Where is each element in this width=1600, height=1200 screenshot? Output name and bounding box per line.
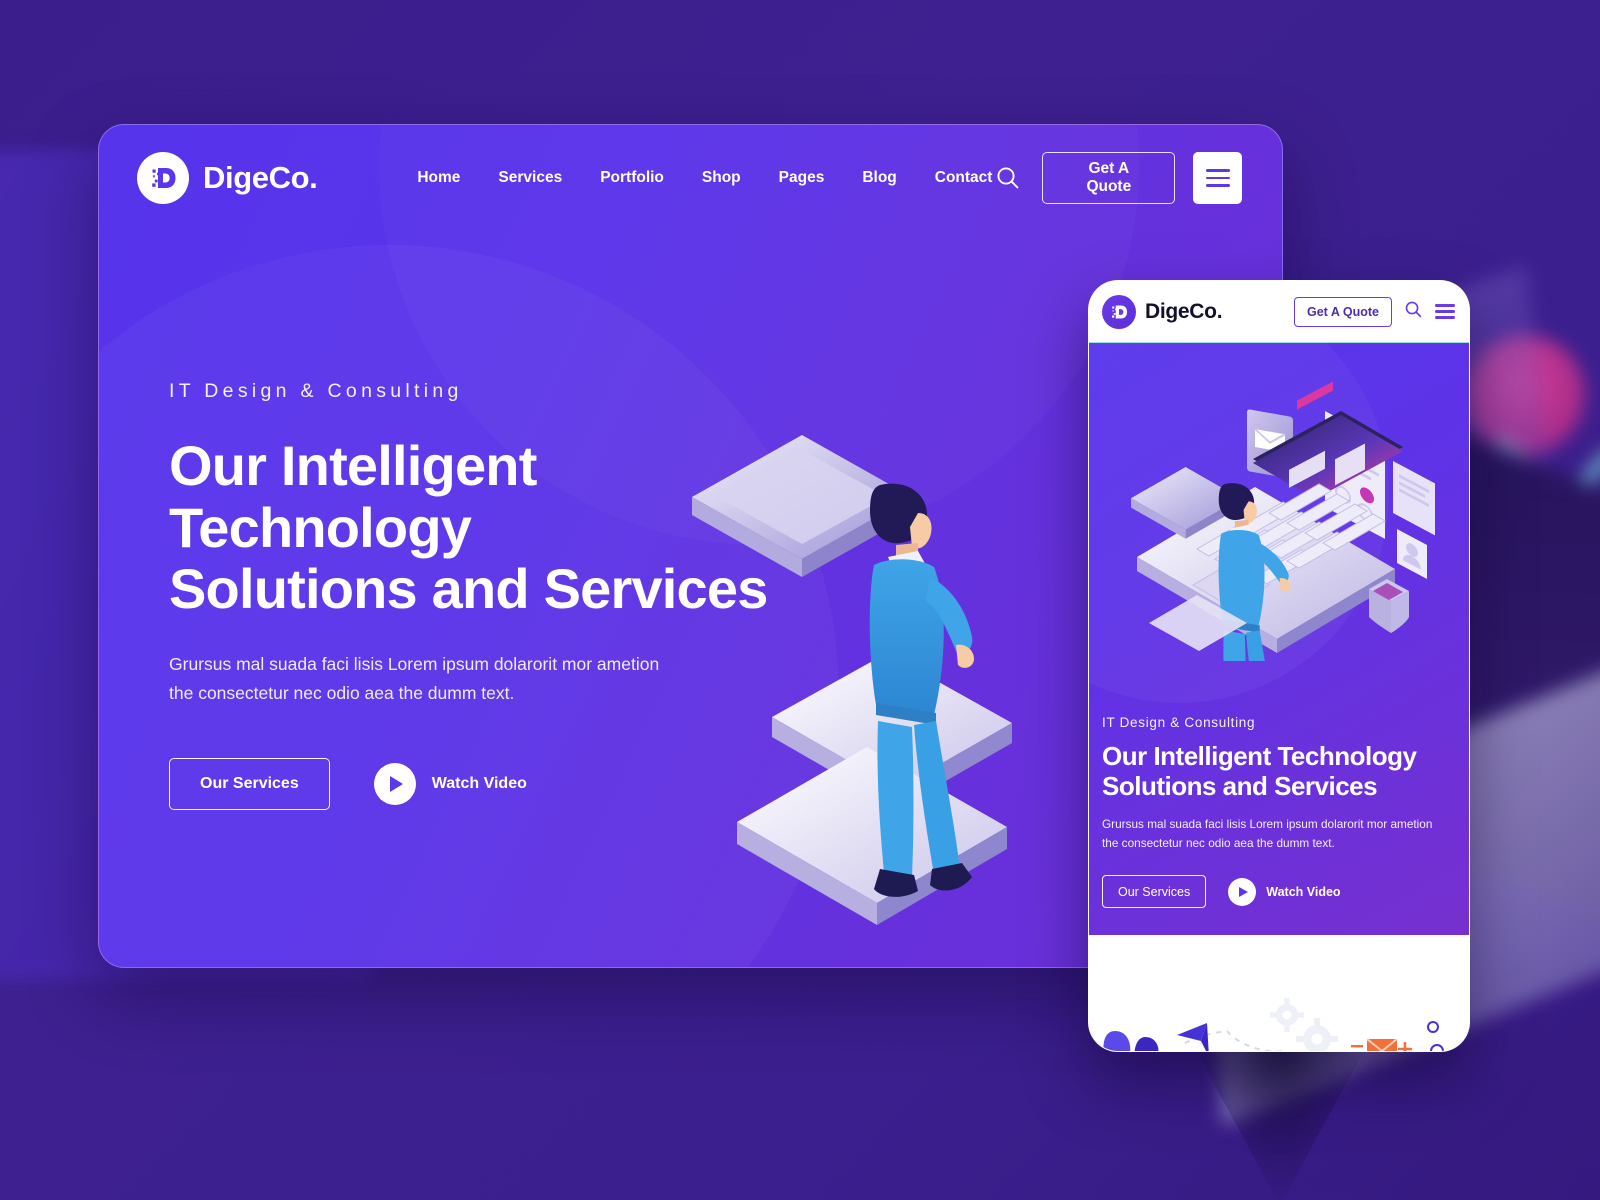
mobile-brand-name: DigeCo. — [1145, 299, 1223, 323]
mobile-hero-paragraph-line1: Grursus mal suada faci lisis Lorem ipsum… — [1102, 817, 1433, 832]
watch-video-label: Watch Video — [431, 774, 527, 792]
paper-plane-gears-envelope-illustration — [1103, 998, 1444, 1051]
hero-eyebrow: IT Design & Consulting — [169, 380, 463, 402]
mobile-mock-shadow — [1190, 1040, 1370, 1200]
desktop-navbar: DigeCo. Home Services Portfolio Shop Pag… — [99, 125, 1282, 231]
mobile-our-services-button[interactable]: Our Services — [1102, 875, 1207, 909]
mobile-watch-video-label: Watch Video — [1266, 884, 1341, 899]
hamburger-line-1 — [1435, 304, 1455, 307]
mobile-hero-headline: Our Intelligent Technology Solutions and… — [1102, 741, 1459, 801]
nav-item-contact[interactable]: Contact — [935, 169, 993, 187]
mobile-hero-paragraph: Grursus mal suada faci lisis Lorem ipsum… — [1102, 815, 1459, 853]
mobile-below-fold-section — [1089, 935, 1469, 1051]
mobile-get-a-quote-button[interactable]: Get A Quote — [1294, 296, 1392, 327]
digeco-d-logo-icon — [137, 152, 189, 204]
nav-item-services[interactable]: Services — [498, 169, 562, 187]
hero-headline-line1: Our Intelligent Technology — [169, 434, 537, 559]
search-icon[interactable] — [1404, 300, 1423, 324]
desktop-navbar-actions: Get A Quote — [992, 152, 1242, 204]
brand-name: DigeCo. — [203, 160, 318, 195]
mobile-mockup: DigeCo. Get A Quote IT Design & Consulti… — [1088, 280, 1470, 1052]
mobile-hero-headline-line1: Our Intelligent Technology — [1102, 741, 1417, 771]
mobile-navbar: DigeCo. Get A Quote — [1089, 281, 1469, 343]
get-a-quote-button[interactable]: Get A Quote — [1042, 152, 1176, 204]
mobile-hero-eyebrow: IT Design & Consulting — [1102, 715, 1256, 730]
mobile-navbar-actions: Get A Quote — [1294, 296, 1455, 327]
digeco-d-logo-icon[interactable] — [1102, 294, 1136, 329]
mobile-hero-headline-line2: Solutions and Services — [1102, 770, 1378, 801]
mobile-watch-video-button[interactable]: Watch Video — [1228, 877, 1341, 906]
hero-headline-line2: Solutions and Services — [169, 557, 768, 621]
nav-item-shop[interactable]: Shop — [702, 169, 741, 187]
nav-item-blog[interactable]: Blog — [862, 169, 896, 187]
play-icon — [1228, 877, 1257, 906]
brand-logo[interactable]: DigeCo. — [137, 152, 318, 204]
hamburger-icon[interactable] — [1435, 304, 1455, 319]
hamburger-line-2 — [1205, 176, 1230, 180]
mobile-hero-cta-row: Our Services Watch Video — [1102, 875, 1459, 909]
hamburger-line-1 — [1205, 169, 1230, 172]
hamburger-line-2 — [1435, 310, 1455, 313]
desktop-main-menu: Home Services Portfolio Shop Pages Blog … — [417, 169, 992, 187]
watch-video-button[interactable]: Watch Video — [373, 762, 527, 805]
search-icon[interactable] — [992, 161, 1024, 195]
hero-paragraph-line2: the consectetur nec odio aea the dumm te… — [169, 682, 515, 703]
our-services-button[interactable]: Our Services — [169, 757, 330, 810]
hamburger-icon[interactable] — [1193, 152, 1242, 204]
hamburger-line-3 — [1435, 316, 1455, 319]
hero-paragraph-line1: Grursus mal suada faci lisis Lorem ipsum… — [169, 653, 660, 674]
mobile-hero-content: IT Design & Consulting Our Intelligent T… — [1102, 715, 1459, 909]
mobile-hero-paragraph-line2: the consectetur nec odio aea the dumm te… — [1102, 836, 1335, 851]
nav-item-portfolio[interactable]: Portfolio — [600, 169, 664, 187]
isometric-laptop-workspace-illustration — [1097, 371, 1469, 740]
hamburger-line-3 — [1205, 184, 1230, 187]
nav-item-home[interactable]: Home — [417, 169, 460, 187]
mobile-hero: IT Design & Consulting Our Intelligent T… — [1089, 343, 1469, 935]
nav-item-pages[interactable]: Pages — [779, 169, 825, 187]
play-icon — [373, 762, 416, 805]
